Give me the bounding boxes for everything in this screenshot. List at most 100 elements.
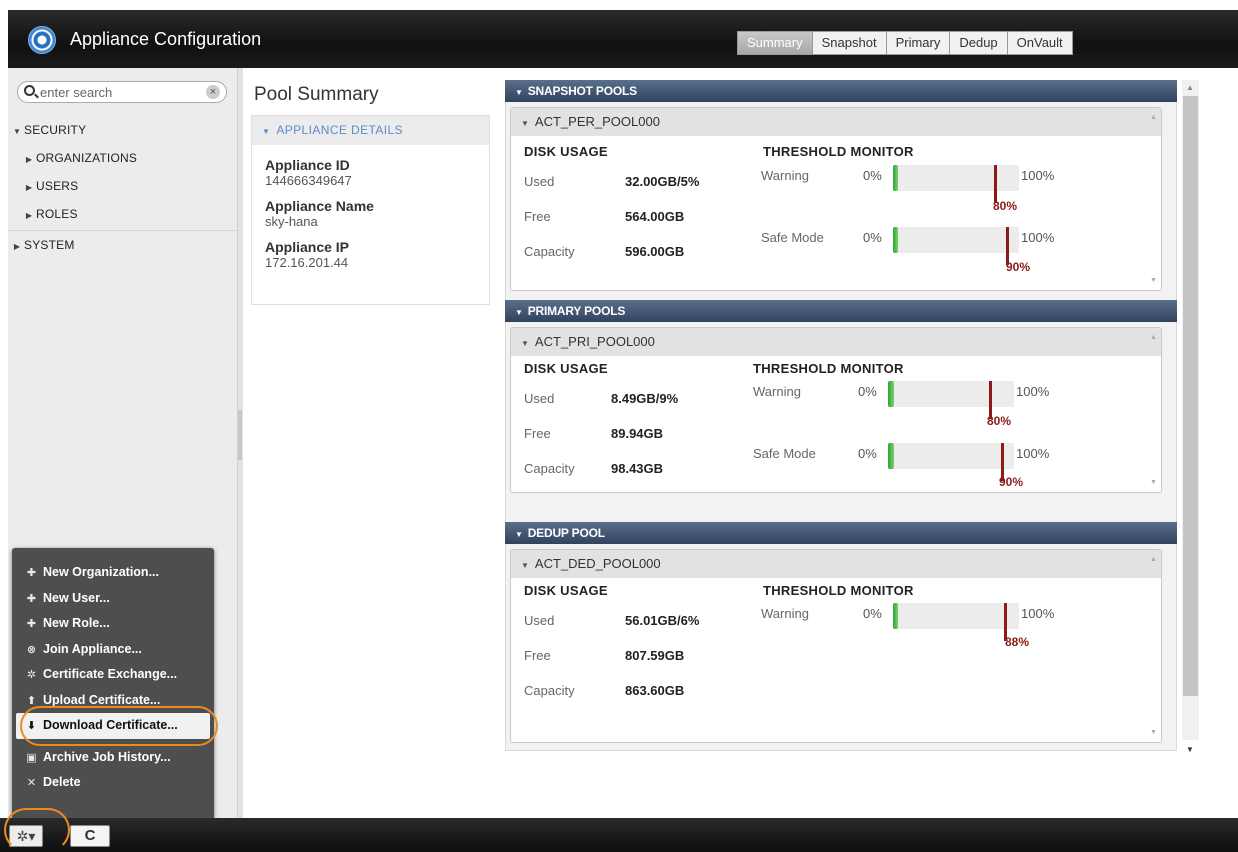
menu-item-new-user[interactable]: ✚ New User... (12, 586, 214, 612)
floppy-disk-icon: ▣ (26, 751, 37, 764)
scrollbar-thumb[interactable] (1183, 96, 1198, 696)
refresh-button[interactable]: C (70, 825, 110, 847)
pool-card-scrollbar[interactable]: ▲ ▼ (1147, 550, 1161, 742)
menu-item-delete[interactable]: ✕ Delete (12, 770, 214, 796)
pool-card-header[interactable]: ▼ ACT_PRI_POOL000 (511, 328, 1161, 356)
caret-down-icon: ▼ (262, 127, 271, 136)
capacity-value: 863.60GB (625, 683, 685, 698)
scroll-down-icon: ▼ (1150, 729, 1157, 736)
warning-gauge (888, 381, 1014, 419)
tree-item-users[interactable]: ▶ USERS (8, 172, 238, 200)
disk-usage-heading: DISK USAGE (524, 144, 608, 159)
menu-item-label: New Role... (43, 616, 110, 630)
warning-threshold-marker (993, 165, 997, 203)
warning-threshold-label: 80% (987, 414, 1012, 428)
appliance-ip-label: Appliance IP (265, 239, 350, 255)
disk-usage-heading: DISK USAGE (524, 583, 608, 598)
used-value: 8.49GB/9% (611, 391, 679, 406)
appliance-details-header[interactable]: ▼ APPLIANCE DETAILS (252, 116, 489, 145)
capacity-label: Capacity (524, 461, 575, 476)
threshold-monitor-heading: THRESHOLD MONITOR (753, 361, 904, 376)
bottom-toolbar: ✲▾ C (0, 818, 1238, 852)
download-arrow-icon: ⬇ (26, 720, 37, 732)
menu-item-archive-job-history[interactable]: ▣ Archive Job History... (12, 745, 214, 771)
caret-right-icon: ▶ (13, 242, 21, 251)
capacity-label: Capacity (524, 244, 575, 259)
plus-icon: ✚ (26, 567, 37, 579)
max-percent: 100% (1016, 446, 1050, 461)
menu-item-label: Join Appliance... (43, 641, 142, 656)
scroll-down-icon: ▼ (1150, 479, 1157, 486)
capacity-label: Capacity (524, 683, 575, 698)
max-percent: 100% (1021, 606, 1055, 621)
menu-item-new-organization[interactable]: ✚ New Organization... (12, 560, 214, 586)
plus-icon: ✚ (26, 618, 37, 630)
menu-item-download-certificate[interactable]: ⬇ Download Certificate... (16, 713, 210, 739)
snapshot-pools-section: ▼ SNAPSHOT POOLS ▼ ACT_PER_POOL000 DISK US… (505, 80, 1177, 309)
tree-item-label: SYSTEM (24, 238, 75, 252)
caret-down-icon: ▼ (521, 561, 529, 570)
tab-onvault[interactable]: OnVault (1006, 31, 1073, 55)
used-label: Used (524, 391, 555, 406)
pool-card-scrollbar[interactable]: ▲ ▼ (1147, 108, 1161, 290)
pool-card: ▼ ACT_PER_POOL000 DISK USAGE THRESHOLD MO… (510, 107, 1162, 291)
top-bar: Appliance Configuration Summary Snapshot… (8, 10, 1238, 68)
gear-menu-button[interactable]: ✲▾ (9, 825, 43, 847)
safe-mode-threshold-label: 90% (1006, 260, 1031, 274)
appliance-id-label: Appliance ID (265, 157, 350, 173)
section-heading: PRIMARY POOLS (527, 304, 626, 318)
tab-primary[interactable]: Primary (885, 31, 951, 55)
tab-dedup[interactable]: Dedup (949, 31, 1008, 55)
pool-card-header[interactable]: ▼ ACT_DED_POOL000 (511, 550, 1161, 578)
scroll-up-icon: ▲ (1150, 334, 1157, 341)
menu-item-join-appliance[interactable]: ⊗ Join Appliance... (12, 637, 214, 663)
tab-snapshot[interactable]: Snapshot (811, 31, 887, 55)
main-scrollbar[interactable]: ▲ ▼ (1182, 80, 1199, 754)
section-heading: DEDUP POOL (527, 526, 605, 540)
warning-label: Warning (761, 606, 809, 621)
menu-item-new-role[interactable]: ✚ New Role... (12, 611, 214, 637)
appliance-details-panel: ▼ APPLIANCE DETAILS Appliance ID 14466634… (251, 115, 490, 305)
used-label: Used (524, 613, 555, 628)
dedup-pool-header[interactable]: ▼ DEDUP POOL (505, 522, 1177, 544)
tree-item-security[interactable]: ▼ SECURITY (8, 116, 238, 144)
search-input[interactable] (40, 84, 200, 100)
safe-mode-gauge-fill (893, 227, 898, 253)
scroll-down-icon: ▼ (1150, 277, 1157, 284)
tab-summary[interactable]: Summary (737, 31, 813, 55)
section-heading: SNAPSHOT POOLS (527, 84, 637, 98)
safe-mode-gauge (888, 443, 1014, 481)
tree-item-organizations[interactable]: ▶ ORGANIZATIONS (8, 144, 238, 172)
primary-pools-header[interactable]: ▼ PRIMARY POOLS (505, 300, 1177, 322)
menu-item-label: Upload Certificate... (43, 692, 161, 707)
gear-icon: ✲▾ (16, 828, 36, 844)
threshold-monitor-heading: THRESHOLD MONITOR (763, 144, 914, 159)
warning-gauge-fill (893, 165, 898, 191)
warning-label: Warning (761, 168, 809, 183)
warning-gauge (893, 603, 1019, 641)
min-percent: 0% (863, 230, 882, 245)
tree-item-roles[interactable]: ▶ ROLES (8, 200, 238, 228)
menu-item-certificate-exchange[interactable]: ✲ Certificate Exchange... (12, 662, 214, 688)
pool-card-scrollbar[interactable]: ▲ ▼ (1147, 328, 1161, 492)
splitter-grip[interactable] (238, 410, 242, 460)
menu-item-upload-certificate[interactable]: ⬆ Upload Certificate... (12, 688, 214, 714)
header-tabs: Summary Snapshot Primary Dedup OnVault (737, 31, 1073, 55)
clear-search-icon[interactable]: × (206, 85, 220, 99)
snapshot-pools-header[interactable]: ▼ SNAPSHOT POOLS (505, 80, 1177, 102)
caret-right-icon: ▶ (25, 211, 33, 220)
primary-pools-section: ▼ PRIMARY POOLS ▼ ACT_PRI_POOL000 DISK USA… (505, 300, 1177, 529)
appliance-id-value: 144666349647 (265, 173, 352, 188)
menu-item-label: New Organization... (43, 565, 159, 579)
capacity-value: 98.43GB (611, 461, 664, 476)
capacity-value: 596.00GB (625, 244, 685, 259)
free-label: Free (524, 209, 551, 224)
x-icon: ✕ (26, 777, 37, 789)
caret-down-icon: ▼ (521, 339, 529, 348)
disk-usage-heading: DISK USAGE (524, 361, 608, 376)
tree-item-label: USERS (36, 179, 79, 193)
pool-card-header[interactable]: ▼ ACT_PER_POOL000 (511, 108, 1161, 136)
tree-item-system[interactable]: ▶ SYSTEM (8, 230, 238, 258)
safe-mode-label: Safe Mode (761, 230, 824, 245)
free-value: 564.00GB (625, 209, 685, 224)
